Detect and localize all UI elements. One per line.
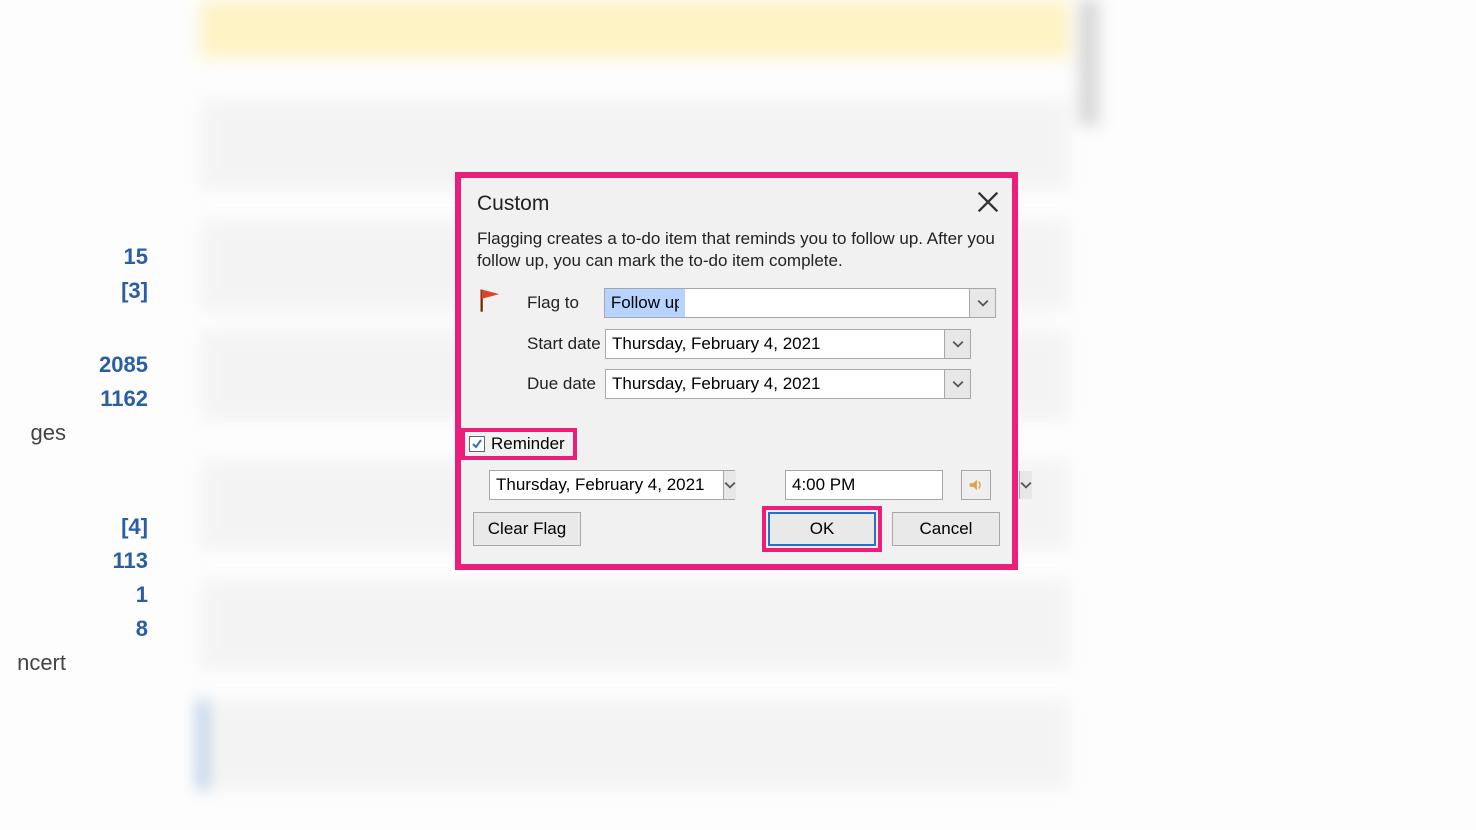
flag-to-combo[interactable] bbox=[604, 288, 996, 318]
flag-icon bbox=[477, 286, 505, 319]
reminder-time-combo[interactable] bbox=[785, 470, 943, 500]
reminder-sound-button[interactable] bbox=[961, 470, 991, 500]
reminder-date-input[interactable] bbox=[490, 471, 723, 499]
due-date-input[interactable] bbox=[606, 370, 944, 398]
dialog-description: Flagging creates a to-do item that remin… bbox=[477, 228, 996, 272]
count-113: 113 bbox=[0, 544, 160, 578]
reminder-checkbox-highlight: Reminder bbox=[461, 428, 577, 460]
ok-button-highlight: OK bbox=[762, 506, 882, 552]
clear-flag-button[interactable]: Clear Flag bbox=[473, 512, 581, 546]
count-8: 8 bbox=[0, 612, 160, 646]
left-label-2: ncert bbox=[0, 646, 78, 680]
custom-flag-dialog: Custom Flagging creates a to-do item tha… bbox=[455, 172, 1018, 570]
start-date-label: Start date bbox=[527, 334, 605, 354]
due-date-combo[interactable] bbox=[605, 369, 971, 399]
count-inbox: 15 bbox=[0, 240, 160, 274]
count-bracket2: [4] bbox=[0, 510, 160, 544]
flag-to-input[interactable] bbox=[605, 289, 685, 317]
chevron-down-icon[interactable] bbox=[723, 471, 736, 499]
chevron-down-icon[interactable] bbox=[1019, 471, 1032, 499]
ok-button[interactable]: OK bbox=[768, 512, 876, 546]
dialog-title: Custom bbox=[477, 192, 996, 216]
flag-to-label: Flag to bbox=[527, 293, 604, 313]
chevron-down-icon[interactable] bbox=[944, 330, 970, 358]
left-label-1: ges bbox=[0, 416, 78, 450]
count-big1: 2085 bbox=[0, 348, 160, 382]
count-bracket1: [3] bbox=[0, 274, 160, 308]
count-big2: 1162 bbox=[0, 382, 160, 416]
reminder-date-combo[interactable] bbox=[489, 470, 735, 500]
left-nav-counts: 15 [3] 2085 1162 ges [4] 113 1 8 ncert bbox=[0, 240, 160, 680]
start-date-combo[interactable] bbox=[605, 329, 971, 359]
due-date-label: Due date bbox=[527, 374, 605, 394]
start-date-input[interactable] bbox=[606, 330, 944, 358]
reminder-checkbox[interactable] bbox=[469, 436, 485, 452]
close-icon[interactable] bbox=[974, 188, 1002, 216]
chevron-down-icon[interactable] bbox=[969, 289, 995, 317]
cancel-button[interactable]: Cancel bbox=[892, 512, 1000, 546]
chevron-down-icon[interactable] bbox=[944, 370, 970, 398]
reminder-label: Reminder bbox=[491, 434, 565, 454]
count-1: 1 bbox=[0, 578, 160, 612]
